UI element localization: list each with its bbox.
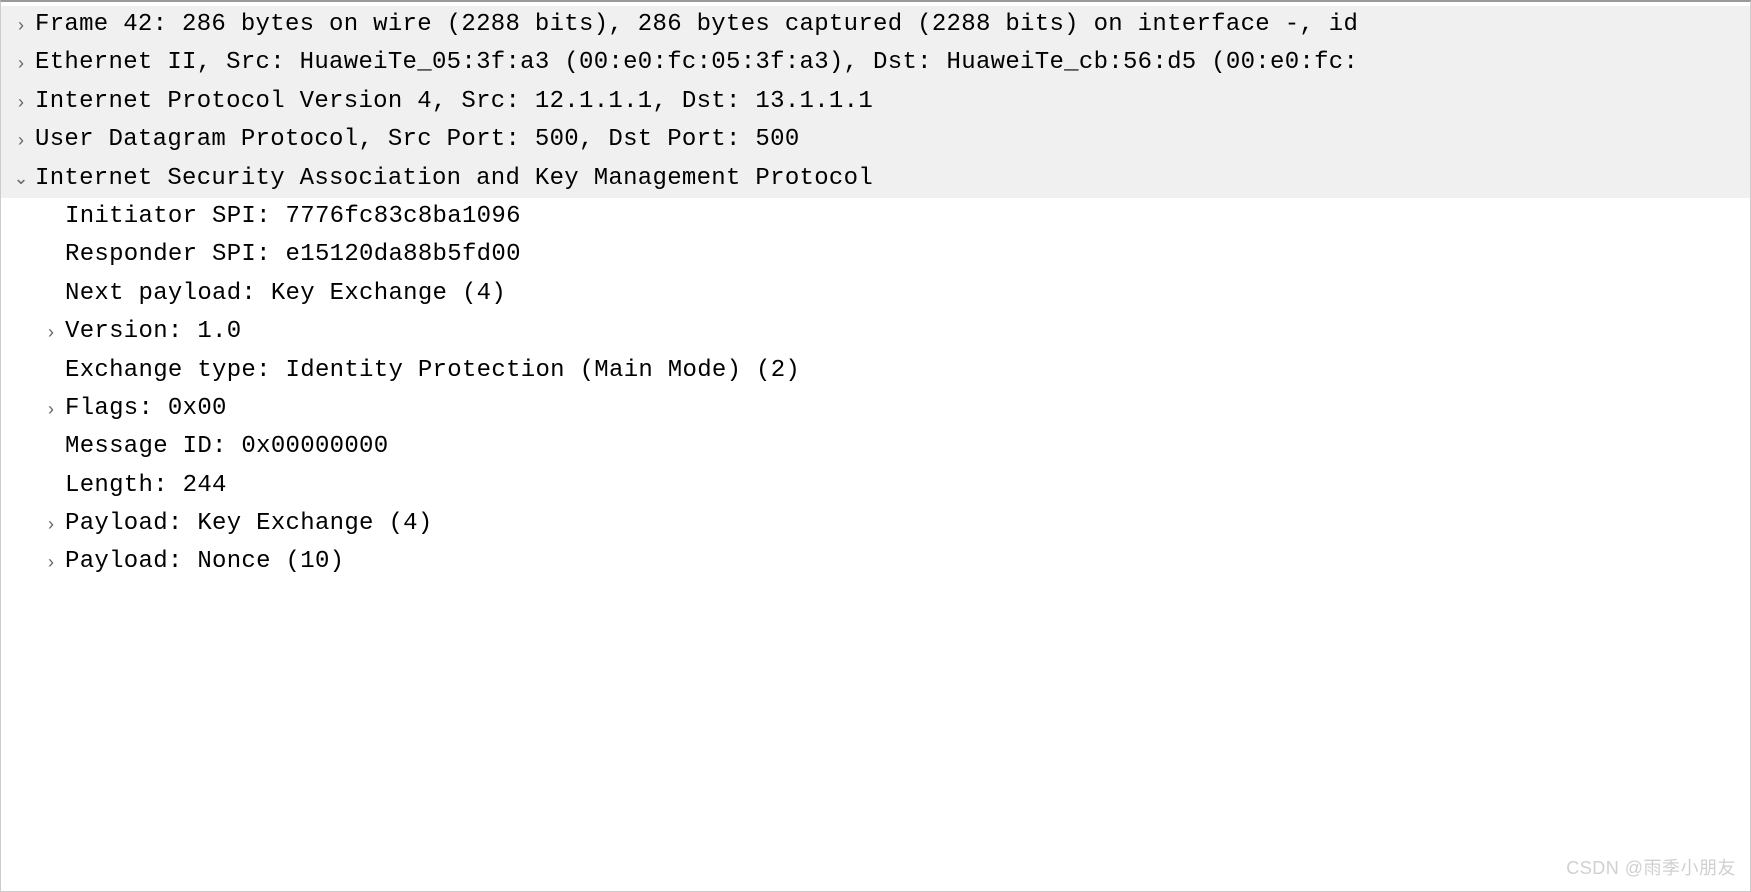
tree-row-isakmp[interactable]: ⌄ Internet Security Association and Key … <box>1 160 1750 198</box>
tree-row-text: Internet Protocol Version 4, Src: 12.1.1… <box>35 83 873 121</box>
chevron-right-icon[interactable]: › <box>7 11 35 40</box>
tree-row-payload-key-exchange[interactable]: › Payload: Key Exchange (4) <box>1 505 1750 543</box>
tree-row-text: Responder SPI: e15120da88b5fd00 <box>65 236 521 274</box>
chevron-down-icon[interactable]: ⌄ <box>7 164 35 193</box>
tree-row-responder-spi[interactable]: · Responder SPI: e15120da88b5fd00 <box>1 236 1750 274</box>
tree-row-frame[interactable]: › Frame 42: 286 bytes on wire (2288 bits… <box>1 6 1750 44</box>
tree-row-text: Length: 244 <box>65 467 227 505</box>
tree-row-text: Next payload: Key Exchange (4) <box>65 275 506 313</box>
tree-row-text: User Datagram Protocol, Src Port: 500, D… <box>35 121 800 159</box>
tree-row-message-id[interactable]: · Message ID: 0x00000000 <box>1 428 1750 466</box>
chevron-right-icon[interactable]: › <box>7 88 35 117</box>
tree-row-length[interactable]: · Length: 244 <box>1 467 1750 505</box>
tree-row-text: Payload: Key Exchange (4) <box>65 505 433 543</box>
tree-row-text: Frame 42: 286 bytes on wire (2288 bits),… <box>35 6 1358 44</box>
tree-row-text: Payload: Nonce (10) <box>65 543 344 581</box>
tree-row-text: Initiator SPI: 7776fc83c8ba1096 <box>65 198 521 236</box>
tree-row-text: Ethernet II, Src: HuaweiTe_05:3f:a3 (00:… <box>35 44 1358 82</box>
tree-row-text: Exchange type: Identity Protection (Main… <box>65 352 800 390</box>
chevron-right-icon[interactable]: › <box>7 126 35 155</box>
tree-row-version[interactable]: › Version: 1.0 <box>1 313 1750 351</box>
chevron-right-icon[interactable]: › <box>7 49 35 78</box>
tree-row-exchange-type[interactable]: · Exchange type: Identity Protection (Ma… <box>1 352 1750 390</box>
tree-row-payload-nonce[interactable]: › Payload: Nonce (10) <box>1 543 1750 581</box>
chevron-right-icon[interactable]: › <box>37 548 65 577</box>
chevron-right-icon[interactable]: › <box>37 318 65 347</box>
tree-row-next-payload[interactable]: · Next payload: Key Exchange (4) <box>1 275 1750 313</box>
tree-row-text: Version: 1.0 <box>65 313 241 351</box>
chevron-right-icon[interactable]: › <box>37 395 65 424</box>
tree-row-text: Internet Security Association and Key Ma… <box>35 160 873 198</box>
tree-row-ipv4[interactable]: › Internet Protocol Version 4, Src: 12.1… <box>1 83 1750 121</box>
tree-row-initiator-spi[interactable]: · Initiator SPI: 7776fc83c8ba1096 <box>1 198 1750 236</box>
watermark-text: CSDN @雨季小朋友 <box>1566 854 1736 883</box>
tree-row-flags[interactable]: › Flags: 0x00 <box>1 390 1750 428</box>
tree-row-text: Flags: 0x00 <box>65 390 227 428</box>
packet-details-panel[interactable]: › Frame 42: 286 bytes on wire (2288 bits… <box>1 2 1750 582</box>
tree-row-text: Message ID: 0x00000000 <box>65 428 388 466</box>
chevron-right-icon[interactable]: › <box>37 510 65 539</box>
tree-row-udp[interactable]: › User Datagram Protocol, Src Port: 500,… <box>1 121 1750 159</box>
tree-row-ethernet[interactable]: › Ethernet II, Src: HuaweiTe_05:3f:a3 (0… <box>1 44 1750 82</box>
